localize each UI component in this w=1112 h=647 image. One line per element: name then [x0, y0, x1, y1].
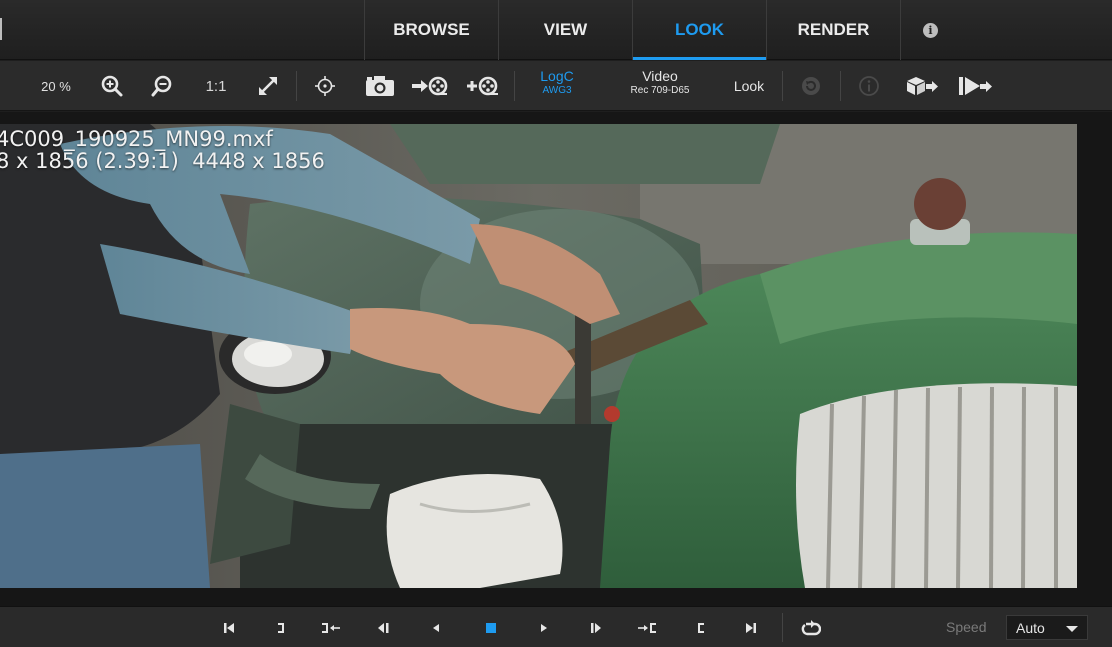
- reset-look-icon: [802, 77, 820, 95]
- clip-filename: 4C009_190925_MN99.mxf: [0, 127, 273, 151]
- play-forward-button[interactable]: [529, 607, 559, 647]
- zoom-out-icon: [151, 75, 172, 97]
- zoom-level[interactable]: 20 %: [38, 61, 74, 111]
- output-colorspace-main: Video: [642, 68, 678, 84]
- reel-import-icon: [412, 76, 448, 96]
- clip-resolution: 8 x 1856 (2.39:1) 4448 x 1856: [0, 149, 325, 173]
- go-to-out-button[interactable]: [316, 607, 346, 647]
- go-to-start-icon: [224, 622, 234, 633]
- step-forward-icon: [591, 622, 601, 633]
- step-back-icon: [378, 622, 389, 633]
- tab-browse[interactable]: BROWSE: [364, 0, 498, 60]
- crosshair-icon: [315, 76, 335, 96]
- speed-value: Auto: [1016, 619, 1045, 636]
- zoom-out-button[interactable]: [146, 61, 178, 111]
- reset-look-button[interactable]: [796, 61, 826, 111]
- go-to-out-icon: [322, 622, 340, 633]
- look-button[interactable]: Look: [728, 61, 770, 111]
- speed-label: Speed: [946, 619, 987, 635]
- window-edge-marker: [0, 18, 2, 40]
- info-icon: i: [923, 22, 938, 38]
- input-colorspace-selector[interactable]: LogC AWG3: [532, 69, 582, 98]
- main-tab-bar: BROWSE VIEW LOOK RENDER i: [0, 0, 1112, 60]
- chevron-down-icon: [1066, 626, 1078, 632]
- transport-divider: [782, 613, 783, 642]
- clip-frame-image: [0, 124, 1077, 588]
- toolbar-divider: [296, 71, 297, 101]
- go-to-end-button[interactable]: [736, 607, 766, 647]
- zoom-one-to-one-button[interactable]: 1:1: [202, 61, 230, 111]
- tab-render[interactable]: RENDER: [766, 0, 900, 60]
- viewer-toolbar: 20 % 1:1 LogC AWG3 Video Rec 709-D65 Loo…: [0, 61, 1112, 111]
- transport-bar: Speed Auto: [0, 606, 1112, 647]
- info-icon: [859, 76, 879, 96]
- module-tabs: BROWSE VIEW LOOK RENDER i: [364, 0, 960, 60]
- output-colorspace-selector[interactable]: Video Rec 709-D65: [620, 69, 700, 98]
- go-to-in-button[interactable]: [632, 607, 662, 647]
- export-look-button[interactable]: [900, 61, 942, 111]
- reel-import-button[interactable]: [408, 61, 450, 111]
- mark-in-icon: [698, 622, 704, 633]
- input-colorspace-main: LogC: [540, 68, 574, 84]
- go-to-start-button[interactable]: [214, 607, 244, 647]
- tab-view[interactable]: VIEW: [498, 0, 632, 60]
- fit-expand-icon: [259, 77, 277, 95]
- play-reverse-icon: [433, 623, 439, 632]
- speed-dropdown[interactable]: Auto: [1006, 615, 1088, 640]
- fit-expand-button[interactable]: [252, 61, 284, 111]
- export-box-icon: [907, 77, 938, 95]
- stop-icon: [486, 622, 496, 633]
- info-tab[interactable]: i: [900, 0, 960, 60]
- loop-button[interactable]: [796, 607, 826, 647]
- crosshair-button[interactable]: [310, 61, 340, 111]
- go-to-end-icon: [746, 622, 756, 633]
- output-colorspace-sub: Rec 709-D65: [630, 85, 690, 96]
- play-forward-icon: [541, 623, 547, 632]
- zoom-in-button[interactable]: [96, 61, 128, 111]
- zoom-in-icon: [101, 75, 123, 97]
- clip-frame[interactable]: [0, 124, 1077, 588]
- reel-add-icon: [467, 76, 498, 96]
- snapshot-button[interactable]: [360, 61, 400, 111]
- play-reverse-button[interactable]: [421, 607, 451, 647]
- toolbar-divider: [782, 71, 783, 101]
- step-back-button[interactable]: [368, 607, 398, 647]
- loop-icon: [801, 619, 821, 635]
- tab-look[interactable]: LOOK: [632, 0, 766, 60]
- mark-in-button[interactable]: [686, 607, 716, 647]
- step-forward-button[interactable]: [581, 607, 611, 647]
- mark-out-icon: [278, 622, 284, 633]
- clip-info-overlay: 4C009_190925_MN99.mxf 8 x 1856 (2.39:1) 4…: [0, 128, 325, 172]
- go-to-in-icon: [638, 622, 656, 633]
- camera-icon: [366, 76, 394, 96]
- stop-button[interactable]: [476, 607, 506, 647]
- reel-add-button[interactable]: [462, 61, 502, 111]
- clip-info-button[interactable]: [854, 61, 884, 111]
- toolbar-divider: [514, 71, 515, 101]
- input-colorspace-sub: AWG3: [542, 85, 572, 96]
- export-cdl-icon: [959, 77, 992, 95]
- mark-out-button[interactable]: [266, 607, 296, 647]
- export-cdl-button[interactable]: [954, 61, 996, 111]
- image-viewer[interactable]: 4C009_190925_MN99.mxf 8 x 1856 (2.39:1) 4…: [0, 112, 1112, 606]
- toolbar-divider: [840, 71, 841, 101]
